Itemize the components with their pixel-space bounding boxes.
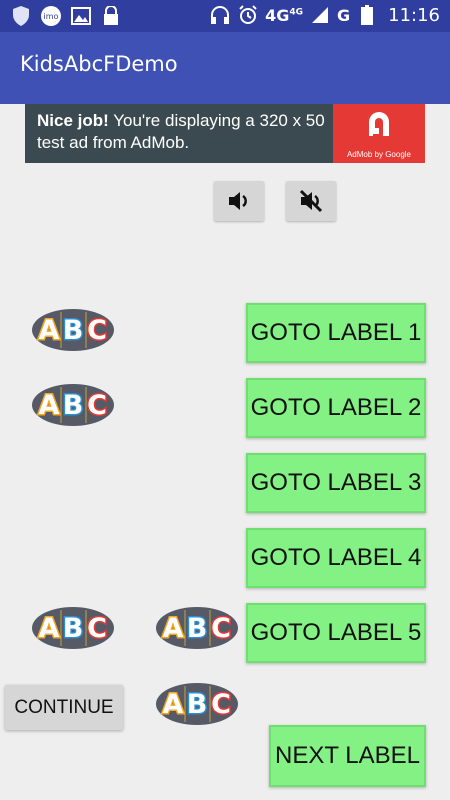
network-g-label: G — [336, 5, 351, 25]
headphones-icon — [209, 4, 231, 26]
goto-label-5-button[interactable]: GOTO LABEL 5 — [246, 603, 426, 663]
lock-icon — [100, 5, 122, 27]
ad-bold-text: Nice job! — [37, 111, 109, 130]
app-bar: KidsAbcFDemo — [0, 32, 450, 104]
abc-letter-b: B — [63, 390, 84, 421]
goto-label-2-button[interactable]: GOTO LABEL 2 — [246, 378, 426, 438]
network-4g-text: 4G — [265, 5, 290, 25]
app-title: KidsAbcFDemo — [20, 52, 178, 76]
abc-letter-c: C — [211, 613, 231, 644]
abc-logo-graphic: ABC — [156, 683, 238, 725]
status-left-icons: imo — [10, 5, 122, 27]
continue-button[interactable]: CONTINUE — [5, 685, 123, 730]
abc-letter-a: A — [39, 390, 60, 421]
abc-letter-b: B — [187, 613, 208, 644]
abc-logo-graphic: ABC — [32, 309, 114, 351]
alarm-icon — [237, 4, 259, 26]
abc-image[interactable]: ABC — [31, 606, 115, 650]
abc-letter-b: B — [63, 613, 84, 644]
ad-banner[interactable]: Nice job! You're displaying a 320 x 50 t… — [25, 104, 425, 163]
goto-label-1-button[interactable]: GOTO LABEL 1 — [246, 303, 426, 363]
network-4g-label: 4G4G — [265, 6, 303, 25]
abc-letter-c: C — [87, 613, 107, 644]
volume-off-icon — [299, 189, 323, 213]
volume-on-button[interactable] — [214, 181, 264, 221]
status-bar: imo 4G4G G 11:16 — [0, 0, 450, 32]
next-label-button[interactable]: NEXT LABEL — [269, 725, 426, 787]
network-4g-sup: 4G — [289, 7, 303, 18]
abc-letter-b: B — [187, 689, 208, 720]
abc-letter-c: C — [211, 689, 231, 720]
ad-text: Nice job! You're displaying a 320 x 50 t… — [37, 110, 337, 154]
signal-icon — [309, 4, 331, 26]
abc-letter-c: C — [87, 390, 107, 421]
admob-logo: AdMob by Google — [333, 104, 425, 163]
battery-icon — [356, 4, 378, 26]
status-time: 11:16 — [388, 4, 440, 26]
abc-letter-a: A — [39, 315, 60, 346]
volume-on-icon — [229, 192, 247, 210]
abc-logo-graphic: ABC — [32, 607, 114, 649]
abc-image[interactable]: ABC — [31, 383, 115, 427]
abc-letter-b: B — [63, 315, 84, 346]
abc-logo-graphic: ABC — [32, 384, 114, 426]
abc-image[interactable]: ABC — [155, 606, 239, 650]
image-icon — [70, 5, 92, 27]
abc-letter-a: A — [163, 613, 184, 644]
abc-image[interactable]: ABC — [31, 308, 115, 352]
admob-icon — [369, 112, 389, 136]
abc-letter-c: C — [87, 315, 107, 346]
shield-icon — [10, 5, 32, 27]
imo-icon-text: imo — [44, 12, 59, 21]
goto-label-4-button[interactable]: GOTO LABEL 4 — [246, 528, 426, 588]
goto-label-3-button[interactable]: GOTO LABEL 3 — [246, 453, 426, 513]
abc-logo-graphic: ABC — [156, 607, 238, 649]
admob-logo-text: AdMob by Google — [346, 150, 412, 159]
abc-letter-a: A — [39, 613, 60, 644]
abc-image[interactable]: ABC — [155, 682, 239, 726]
imo-icon: imo — [40, 5, 62, 27]
status-right-icons: 4G4G G 11:16 — [209, 4, 440, 26]
volume-off-button[interactable] — [286, 181, 336, 221]
abc-letter-a: A — [163, 689, 184, 720]
